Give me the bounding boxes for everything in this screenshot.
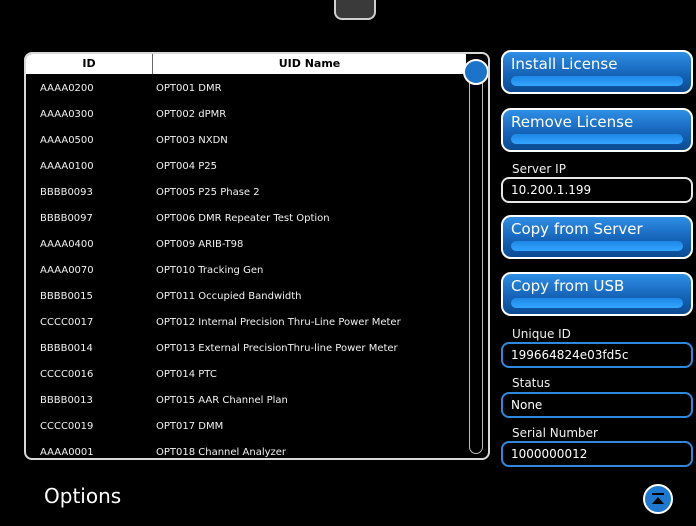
install-license-label: Install License xyxy=(511,55,618,73)
license-table: ID UID Name AAAA0200 OPT001 DMR AAAA0300 OP… xyxy=(24,52,490,460)
install-license-button[interactable]: Install License xyxy=(501,50,693,94)
scrollbar-track[interactable] xyxy=(469,60,483,454)
remove-license-label: Remove License xyxy=(511,113,634,131)
cell-id: AAAA0200 xyxy=(40,83,94,94)
scroll-to-top-icon xyxy=(652,493,664,504)
cell-uid-name: OPT005 P25 Phase 2 xyxy=(156,187,260,198)
table-row[interactable]: CCCC0016 OPT014 PTC xyxy=(26,360,466,386)
scroll-to-top-button[interactable] xyxy=(643,484,673,514)
cell-uid-name: OPT004 P25 xyxy=(156,161,218,172)
serial-number-label: Serial Number xyxy=(512,426,598,440)
table-row[interactable]: AAAA0300 OPT002 dPMR xyxy=(26,100,466,126)
server-ip-label: Server IP xyxy=(512,162,566,176)
cell-id: AAAA0100 xyxy=(40,161,94,172)
table-row[interactable]: BBBB0013 OPT015 AAR Channel Plan xyxy=(26,386,466,412)
table-row[interactable]: BBBB0093 OPT005 P25 Phase 2 xyxy=(26,178,466,204)
cell-id: BBBB0097 xyxy=(40,213,93,224)
cell-id: CCCC0017 xyxy=(40,317,94,328)
table-row[interactable]: BBBB0015 OPT011 Occupied Bandwidth xyxy=(26,282,466,308)
cell-id: AAAA0001 xyxy=(40,447,94,458)
cell-uid-name: OPT017 DMM xyxy=(156,421,224,432)
cell-uid-name: OPT015 AAR Channel Plan xyxy=(156,395,288,406)
cell-uid-name: OPT010 Tracking Gen xyxy=(156,265,264,276)
table-row[interactable]: AAAA0070 OPT010 Tracking Gen xyxy=(26,256,466,282)
cell-uid-name: OPT002 dPMR xyxy=(156,109,227,120)
copy-from-server-button[interactable]: Copy from Server xyxy=(501,215,693,259)
column-header-id[interactable]: ID xyxy=(26,54,153,74)
cell-uid-name: OPT006 DMR Repeater Test Option xyxy=(156,213,330,224)
unique-id-field: 199664824e03fd5c xyxy=(501,342,693,368)
table-row[interactable]: AAAA0100 OPT004 P25 xyxy=(26,152,466,178)
cell-uid-name: OPT013 External PrecisionThru-line Power… xyxy=(156,343,398,354)
cell-uid-name: OPT012 Internal Precision Thru-Line Powe… xyxy=(156,317,401,328)
table-row[interactable]: AAAA0001 OPT018 Channel Analyzer xyxy=(26,438,466,458)
remove-license-button[interactable]: Remove License xyxy=(501,108,693,152)
cell-id: CCCC0016 xyxy=(40,369,94,380)
copy-from-server-label: Copy from Server xyxy=(511,220,643,238)
cell-uid-name: OPT009 ARIB-T98 xyxy=(156,239,244,250)
cell-id: BBBB0015 xyxy=(40,291,93,302)
cell-id: AAAA0070 xyxy=(40,265,94,276)
cell-uid-name: OPT003 NXDN xyxy=(156,135,228,146)
cell-id: AAAA0400 xyxy=(40,239,94,250)
table-row[interactable]: AAAA0500 OPT003 NXDN xyxy=(26,126,466,152)
cell-uid-name: OPT014 PTC xyxy=(156,369,217,380)
serial-number-field: 1000000012 xyxy=(501,441,693,467)
status-label: Status xyxy=(512,376,551,390)
cell-uid-name: OPT001 DMR xyxy=(156,83,222,94)
table-row[interactable]: CCCC0017 OPT012 Internal Precision Thru-L… xyxy=(26,308,466,334)
table-header: ID UID Name xyxy=(26,54,466,74)
table-row[interactable]: CCCC0019 OPT017 DMM xyxy=(26,412,466,438)
cell-uid-name: OPT018 Channel Analyzer xyxy=(156,447,287,458)
table-body: AAAA0200 OPT001 DMR AAAA0300 OPT002 dPMR AAA… xyxy=(26,74,466,458)
cell-id: AAAA0500 xyxy=(40,135,94,146)
column-header-uid-name[interactable]: UID Name xyxy=(153,54,466,74)
cell-uid-name: OPT011 Occupied Bandwidth xyxy=(156,291,302,302)
cell-id: BBBB0093 xyxy=(40,187,93,198)
copy-from-usb-button[interactable]: Copy from USB xyxy=(501,272,693,316)
table-row[interactable]: BBBB0014 OPT013 External PrecisionThru-li… xyxy=(26,334,466,360)
cell-id: BBBB0014 xyxy=(40,343,93,354)
top-handle-tab[interactable] xyxy=(334,0,376,20)
table-row[interactable]: AAAA0400 OPT009 ARIB-T98 xyxy=(26,230,466,256)
cell-id: CCCC0019 xyxy=(40,421,94,432)
server-ip-field[interactable]: 10.200.1.199 xyxy=(501,177,693,203)
scrollbar-thumb[interactable] xyxy=(463,59,488,85)
table-row[interactable]: AAAA0200 OPT001 DMR xyxy=(26,74,466,100)
unique-id-label: Unique ID xyxy=(512,327,571,341)
page-title: Options xyxy=(44,484,122,508)
cell-id: AAAA0300 xyxy=(40,109,94,120)
table-row[interactable]: BBBB0097 OPT006 DMR Repeater Test Option xyxy=(26,204,466,230)
cell-id: BBBB0013 xyxy=(40,395,93,406)
status-field: None xyxy=(501,392,693,418)
copy-from-usb-label: Copy from USB xyxy=(511,277,625,295)
